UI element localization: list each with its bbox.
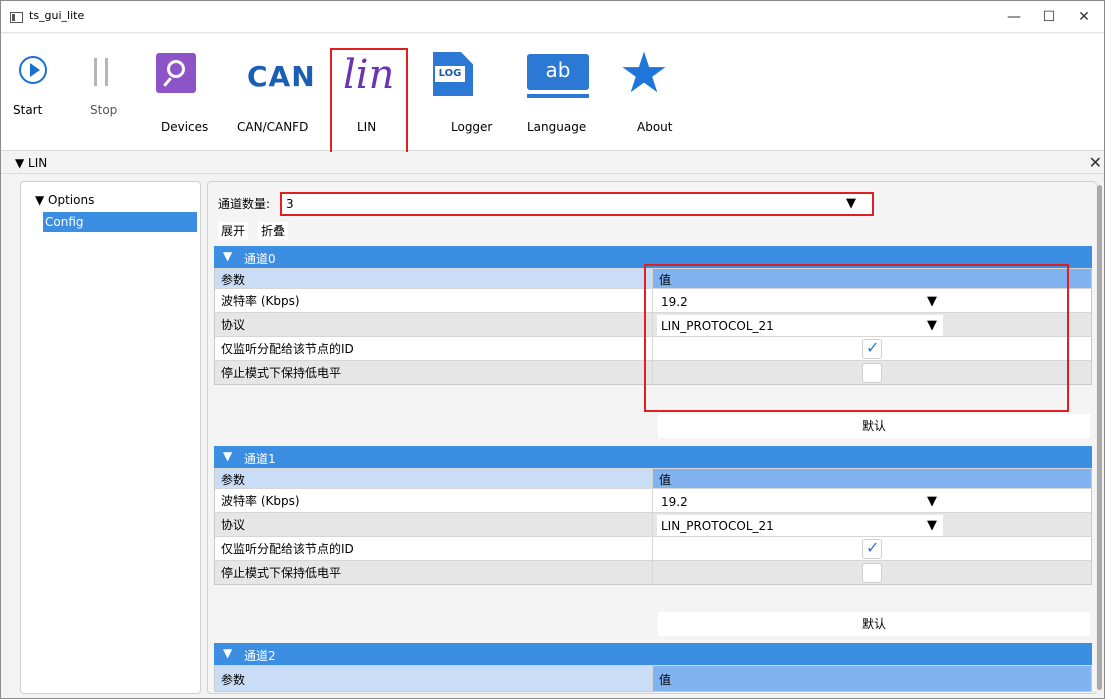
collapse-triangle-icon: ▼ [223, 449, 233, 463]
stop-low-label: 停止模式下保持低电平 [215, 561, 653, 584]
channel-count-label: 通道数量: [218, 197, 271, 211]
language-icon: ab [527, 54, 589, 90]
column-header-param: 参数 [215, 269, 653, 288]
collapse-button[interactable]: 折叠 [258, 222, 289, 240]
pause-icon [93, 58, 109, 86]
maximize-button[interactable]: ☐ [1032, 5, 1066, 29]
baud-select[interactable]: 19.2 ▼ [657, 491, 943, 512]
dock-header: ▼ LIN ✕ [1, 152, 1104, 174]
tree-item-config[interactable]: Config [43, 212, 197, 232]
channel-2-header[interactable]: ▼ 通道2 [214, 643, 1092, 665]
lin-highlight-box [330, 48, 408, 155]
protocol-label: 协议 [215, 513, 653, 536]
column-header-value: 值 [653, 666, 1091, 691]
stop-low-label: 停止模式下保持低电平 [215, 361, 653, 384]
tree-root-options[interactable]: ▼ Options [35, 193, 94, 207]
baud-label: 波特率 (Kbps) [215, 489, 653, 512]
config-panel: 通道数量: 3 ▼ 展开 折叠 ▼ 通道0 参数 值 波特率 (Kbps) 19… [207, 181, 1097, 694]
table-row: 波特率 (Kbps) 19.2 ▼ [215, 488, 1091, 512]
stop-label: Stop [90, 103, 118, 117]
table-row: 仅监听分配给该节点的ID [215, 536, 1091, 560]
chevron-down-icon: ▼ [927, 518, 937, 533]
baud-label: 波特率 (Kbps) [215, 289, 653, 312]
channel-1-header[interactable]: ▼ 通道1 [214, 446, 1092, 468]
main-toolbar: Start Stop Devices CAN CAN/CANFD lin LIN… [1, 34, 1104, 155]
table-row: 停止模式下保持低电平 [215, 560, 1091, 584]
listen-only-label: 仅监听分配给该节点的ID [215, 337, 653, 360]
channel-1-title: 通道1 [244, 452, 276, 466]
dock-title[interactable]: ▼ LIN [15, 156, 47, 170]
baud-value: 19.2 [661, 495, 688, 509]
channel-1-default-button[interactable]: 默认 [658, 612, 1090, 636]
channel-1-table: 参数 值 波特率 (Kbps) 19.2 ▼ 协议 LIN_PROTOCOL_2… [214, 468, 1092, 585]
about-label: About [637, 120, 673, 134]
logger-label: Logger [451, 120, 493, 134]
table-header-row: 参数 值 [215, 468, 1091, 488]
collapse-triangle-icon: ▼ [223, 646, 233, 660]
log-file-icon: LOG [433, 52, 473, 96]
table-row: 协议 LIN_PROTOCOL_21 ▼ [215, 512, 1091, 536]
channel-count-value: 3 [286, 197, 294, 211]
tree-item-label: Config [45, 215, 84, 229]
devices-label: Devices [161, 120, 209, 134]
language-label: Language [527, 120, 587, 134]
collapse-triangle-icon: ▼ [223, 249, 233, 263]
protocol-select[interactable]: LIN_PROTOCOL_21 ▼ [657, 515, 943, 536]
expand-button[interactable]: 展开 [218, 222, 249, 240]
channel-0-default-button[interactable]: 默认 [658, 414, 1090, 438]
listen-only-checkbox[interactable] [862, 538, 882, 559]
dock-close-icon[interactable]: ✕ [1089, 153, 1102, 172]
options-tree: ▼ Options Config [20, 181, 201, 694]
app-window: ts_gui_lite — ☐ ✕ Start Stop Devices CAN… [0, 0, 1105, 699]
values-highlight-box [644, 264, 1069, 412]
column-header-param: 参数 [215, 469, 653, 488]
can-label: CAN/CANFD [237, 120, 309, 134]
protocol-label: 协议 [215, 313, 653, 336]
start-label: Start [13, 103, 43, 117]
stop-low-checkbox[interactable] [862, 563, 882, 583]
language-icon-underline [527, 94, 589, 98]
star-icon: ★ [618, 41, 670, 106]
title-bar: ts_gui_lite — ☐ ✕ [1, 1, 1104, 33]
scrollbar-thumb[interactable] [1097, 185, 1102, 690]
window-title: ts_gui_lite [29, 9, 85, 22]
protocol-value: LIN_PROTOCOL_21 [661, 519, 774, 533]
play-icon [19, 56, 47, 84]
listen-only-label: 仅监听分配给该节点的ID [215, 537, 653, 560]
column-header-value: 值 [653, 469, 1091, 488]
can-icon: CAN [247, 60, 316, 93]
channel-2-title: 通道2 [244, 649, 276, 663]
minimize-button[interactable]: — [997, 5, 1031, 29]
chevron-down-icon: ▼ [927, 494, 937, 509]
search-devices-icon [156, 53, 196, 93]
column-header-param: 参数 [215, 666, 653, 691]
app-icon [10, 12, 23, 23]
table-header-row: 参数 值 [215, 665, 1091, 691]
channel-count-select[interactable]: 3 ▼ [280, 192, 874, 216]
channel-0-title: 通道0 [244, 252, 276, 266]
chevron-down-icon: ▼ [846, 196, 856, 211]
channel-2-table: 参数 值 [214, 665, 1092, 692]
close-button[interactable]: ✕ [1067, 5, 1101, 29]
